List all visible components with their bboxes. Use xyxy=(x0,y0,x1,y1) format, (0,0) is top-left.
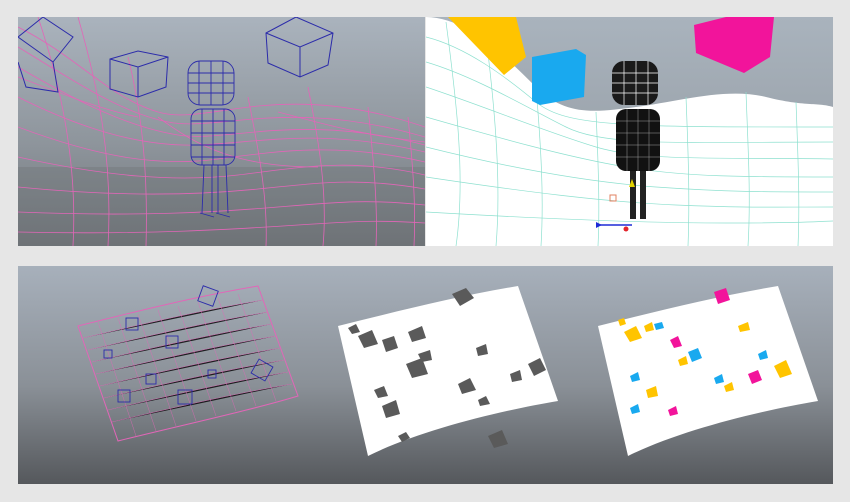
viewport-shaded[interactable] xyxy=(426,17,833,246)
wireframe-scene xyxy=(18,17,425,246)
cyan-cube xyxy=(532,49,586,105)
shaded-scene xyxy=(426,17,833,246)
viewport-comparison[interactable] xyxy=(18,266,833,484)
stage-gray-shaded xyxy=(338,286,558,456)
comparison-scene xyxy=(77,285,818,456)
stage-colored xyxy=(598,286,818,456)
stage-wireframe xyxy=(77,285,299,442)
wire-cubes xyxy=(18,17,334,98)
magenta-cube xyxy=(694,17,774,73)
viewport-wireframe[interactable] xyxy=(18,17,425,246)
